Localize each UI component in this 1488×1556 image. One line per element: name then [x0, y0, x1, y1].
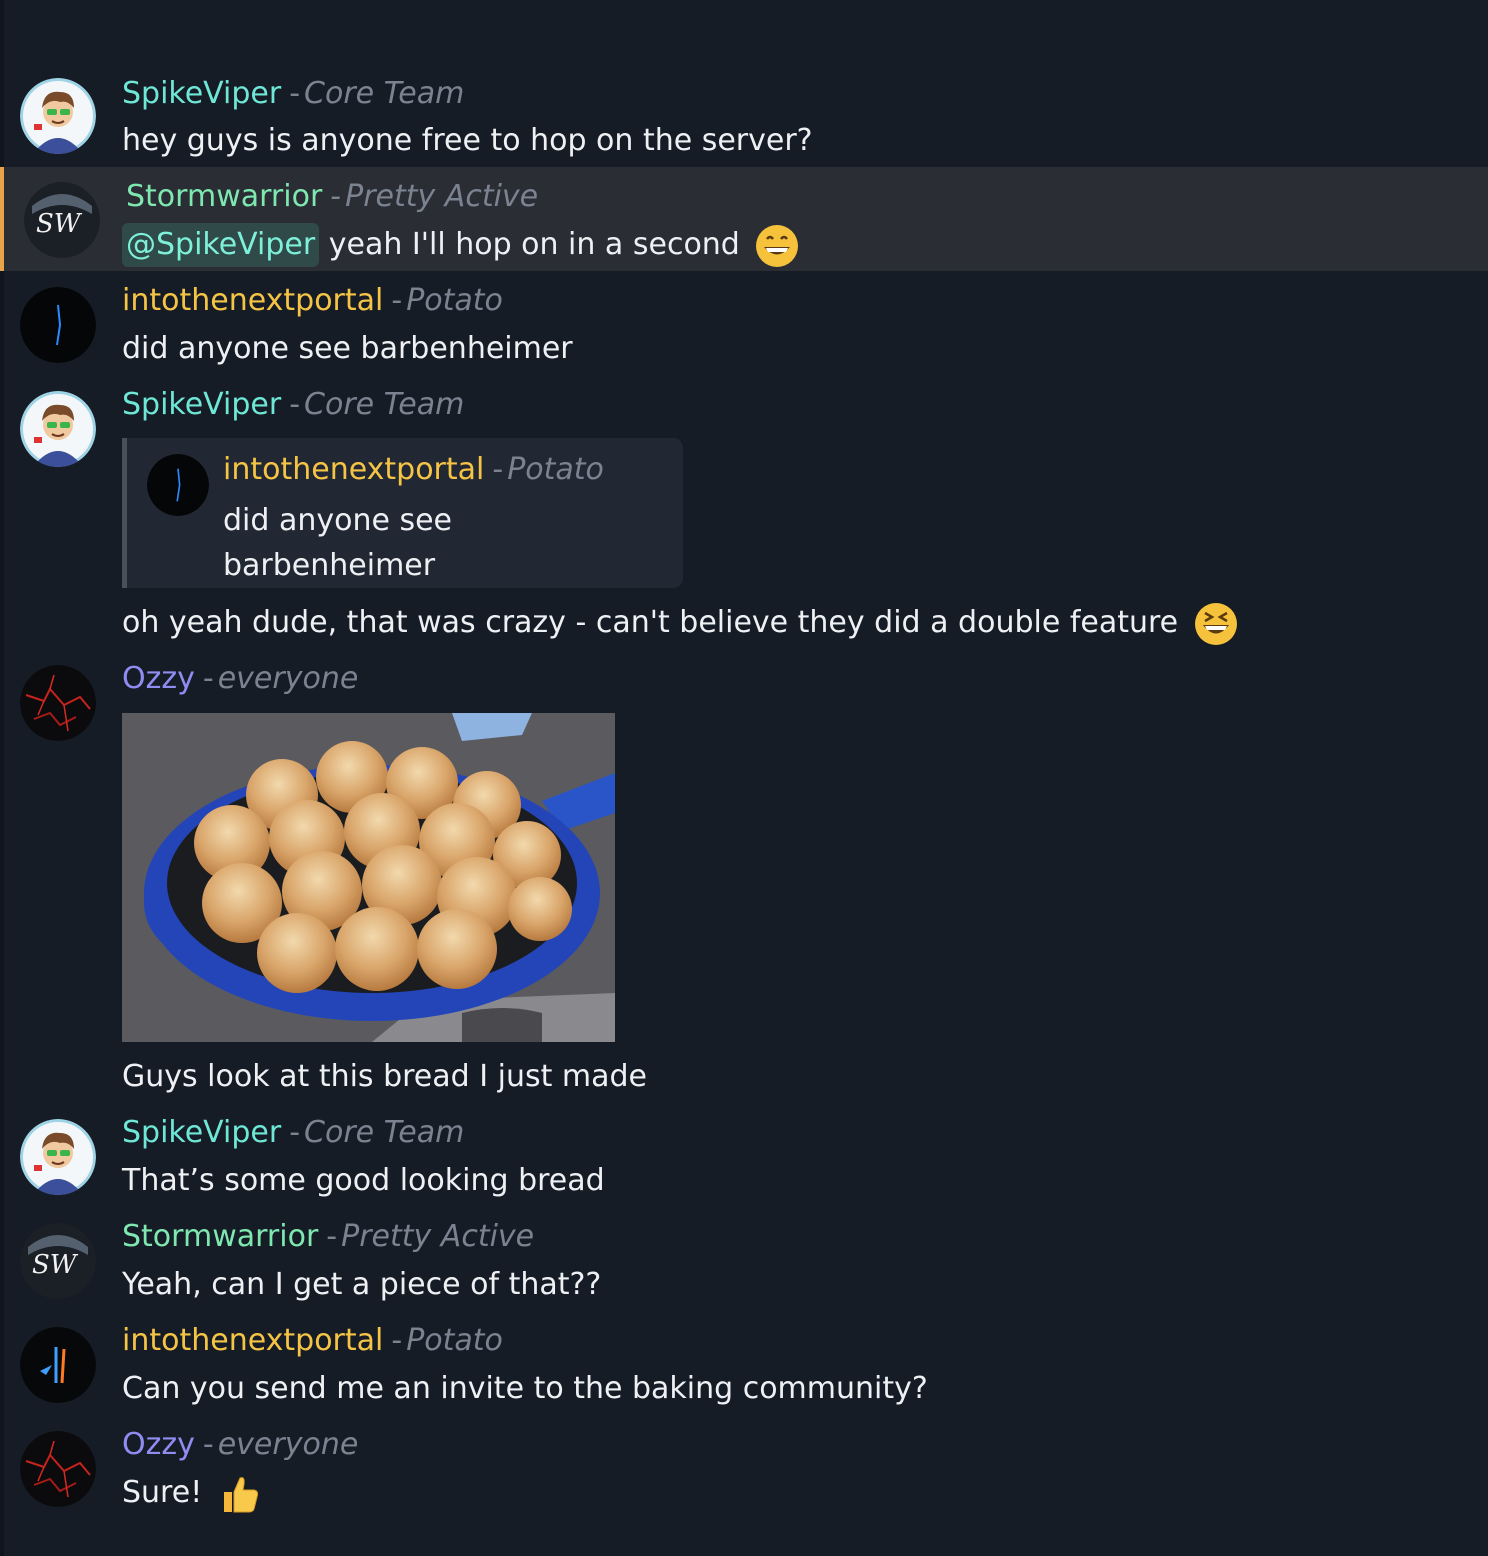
username[interactable]: Stormwarrior	[126, 179, 322, 214]
laughing-emoji-icon	[1194, 602, 1238, 646]
ozzy-avatar[interactable]	[20, 1431, 96, 1507]
message-text: That’s some good looking bread	[122, 1163, 605, 1198]
portal-avatar	[147, 454, 209, 516]
message-text-row: oh yeah dude, that was crazy - can't bel…	[122, 601, 1238, 646]
message-text-row: @SpikeViper yeah I'll hop on in a second	[122, 223, 799, 268]
user-mention[interactable]: @SpikeViper	[122, 223, 320, 267]
role-separator: -	[391, 1323, 403, 1358]
spikeviper-avatar[interactable]	[20, 78, 96, 154]
thumbs-up-emoji-icon	[218, 1472, 262, 1516]
message-text-row: Sure!	[122, 1471, 262, 1516]
quote-header: intothenextportal - Potato	[223, 452, 604, 488]
user-role: everyone	[217, 661, 359, 696]
message-spikeviper-3: SpikeViper - Core Team That’s some good lo…	[0, 1104, 1488, 1208]
grinning-emoji-icon	[755, 224, 799, 268]
quote-text: did anyone see barbenheimer	[223, 503, 453, 583]
username[interactable]: intothenextportal	[122, 283, 383, 318]
stormwarrior-avatar[interactable]	[24, 182, 100, 258]
message-spikeviper-1: SpikeViper - Core Team hey guys is anyone …	[0, 62, 1488, 166]
username[interactable]: SpikeViper	[122, 387, 281, 422]
message-intothenextportal-2: intothenextportal - Potato Can you send me…	[0, 1312, 1488, 1416]
message-header: SpikeViper - Core Team	[122, 1115, 464, 1151]
message-header: SpikeViper - Core Team	[122, 387, 464, 423]
message-stormwarrior-1: Stormwarrior - Pretty Active @SpikeViper y…	[0, 167, 1488, 271]
message-header: SpikeViper - Core Team	[122, 76, 464, 112]
role-separator: -	[202, 1427, 214, 1462]
user-role: Core Team	[304, 1115, 465, 1150]
portal-avatar[interactable]	[20, 287, 96, 363]
message-text: yeah I'll hop on in a second	[319, 227, 740, 262]
username[interactable]: SpikeViper	[122, 76, 281, 111]
message-text: Yeah, can I get a piece of that??	[122, 1267, 602, 1302]
message-text: did anyone see barbenheimer	[122, 331, 573, 366]
username[interactable]: SpikeViper	[122, 1115, 281, 1150]
role-separator: -	[492, 452, 504, 487]
role-separator: -	[289, 1115, 301, 1150]
quote-user-role: Potato	[507, 452, 604, 487]
user-role: Core Team	[304, 76, 465, 111]
user-role: Potato	[406, 1323, 503, 1358]
user-role: Pretty Active	[341, 1219, 535, 1254]
username[interactable]: Ozzy	[122, 661, 195, 696]
message-text: Guys look at this bread I just made	[122, 1059, 647, 1094]
message-text: Can you send me an invite to the baking …	[122, 1371, 928, 1406]
message-header: Ozzy - everyone	[122, 1427, 358, 1463]
username[interactable]: Stormwarrior	[122, 1219, 318, 1254]
user-role: Pretty Active	[345, 179, 539, 214]
portal-avatar-2[interactable]	[20, 1327, 96, 1403]
username[interactable]: intothenextportal	[122, 1323, 383, 1358]
role-separator: -	[326, 1219, 338, 1254]
role-separator: -	[202, 661, 214, 696]
stormwarrior-avatar[interactable]	[20, 1223, 96, 1299]
username[interactable]: Ozzy	[122, 1427, 195, 1462]
quote-username: intothenextportal	[223, 452, 485, 487]
message-ozzy-2: Ozzy - everyone Sure!	[0, 1416, 1488, 1526]
user-role: everyone	[217, 1427, 359, 1462]
reply-quote[interactable]: intothenextportal - Potato did anyone see …	[122, 438, 683, 588]
message-text: Sure!	[122, 1475, 203, 1510]
ozzy-avatar[interactable]	[20, 665, 96, 741]
message-intothenextportal-1: intothenextportal - Potato did anyone see …	[0, 272, 1488, 376]
spikeviper-avatar[interactable]	[20, 391, 96, 467]
message-ozzy-1: Ozzy - everyone Guys look at this bread I …	[0, 0, 1488, 1094]
role-separator: -	[391, 283, 403, 318]
message-header: Ozzy - everyone	[122, 661, 358, 697]
message-header: intothenextportal - Potato	[122, 1323, 503, 1359]
spikeviper-avatar[interactable]	[20, 1119, 96, 1195]
role-separator: -	[330, 179, 342, 214]
message-stormwarrior-2: Stormwarrior - Pretty Active Yeah, can I g…	[0, 1208, 1488, 1312]
role-separator: -	[289, 387, 301, 422]
user-role: Potato	[406, 283, 503, 318]
message-header: intothenextportal - Potato	[122, 283, 503, 319]
message-header: Stormwarrior - Pretty Active	[126, 179, 538, 215]
role-separator: -	[289, 76, 301, 111]
message-header: Stormwarrior - Pretty Active	[122, 1219, 534, 1255]
message-text: hey guys is anyone free to hop on the se…	[122, 123, 813, 158]
bread-rolls-photo[interactable]	[122, 713, 615, 1042]
user-role: Core Team	[304, 387, 465, 422]
message-text: oh yeah dude, that was crazy - can't bel…	[122, 605, 1179, 640]
